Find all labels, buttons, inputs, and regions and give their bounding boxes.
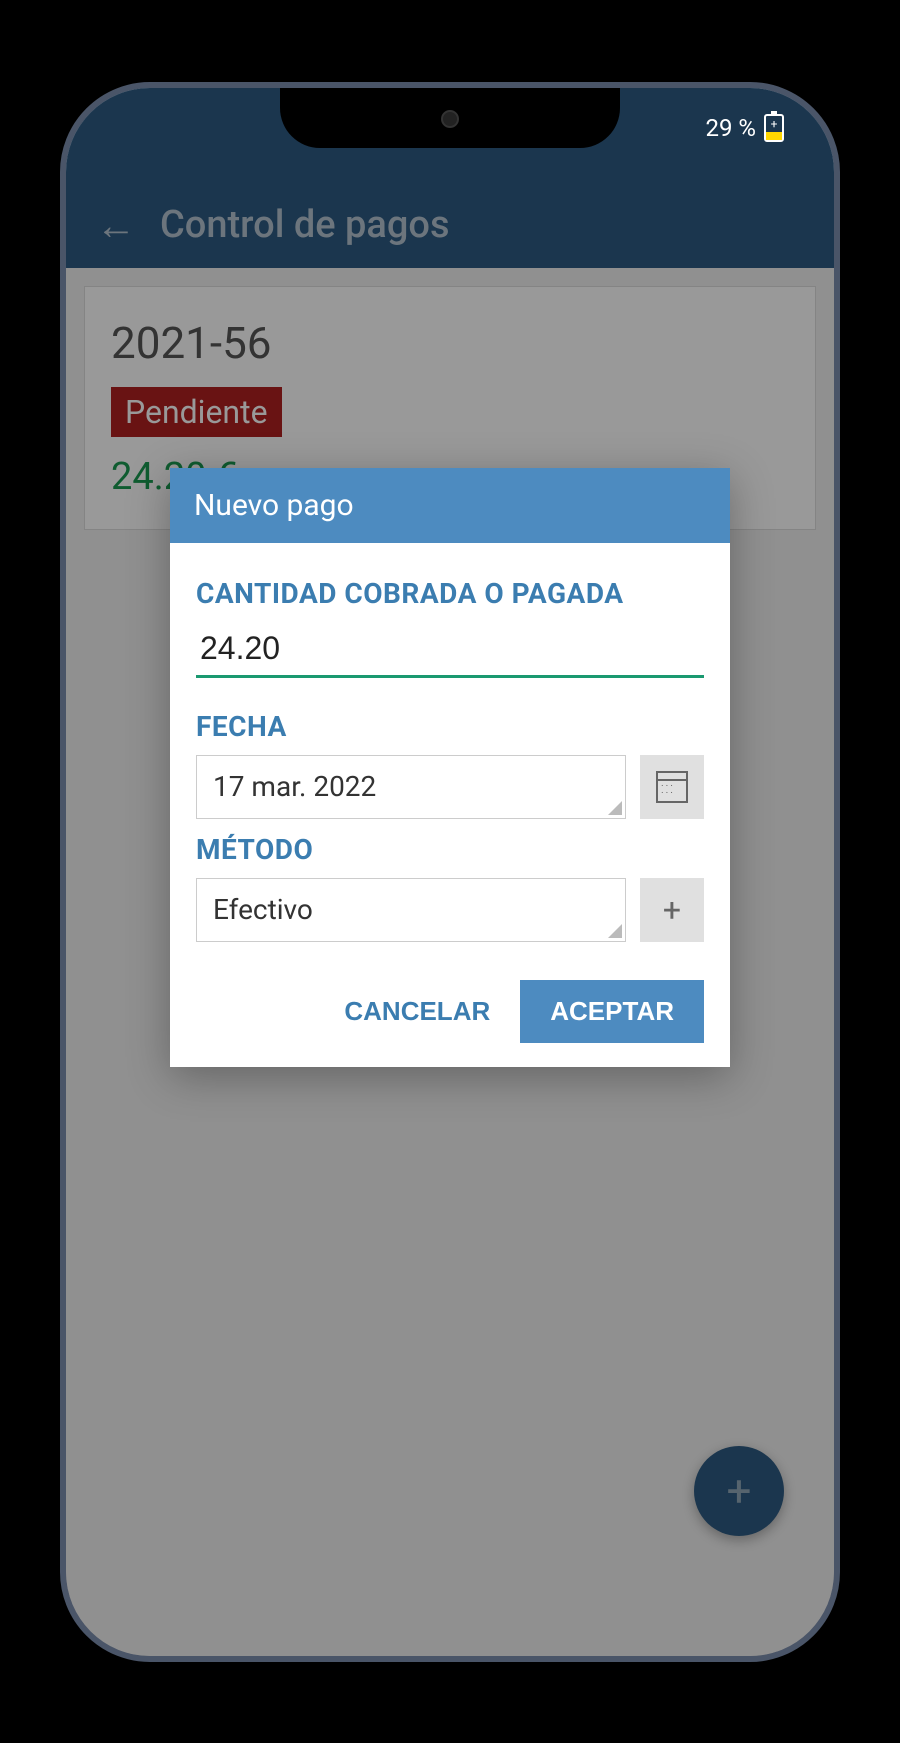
cancel-button[interactable]: CANCELAR (334, 982, 500, 1041)
calendar-icon (656, 771, 688, 803)
phone-notch (280, 88, 620, 148)
status-bar: 29 % + (705, 114, 784, 142)
accept-button[interactable]: ACEPTAR (520, 980, 704, 1043)
dropdown-corner-icon (608, 801, 622, 815)
date-label: FECHA (196, 710, 704, 743)
add-method-button[interactable]: + (640, 878, 704, 942)
calendar-button[interactable] (640, 755, 704, 819)
battery-percent: 29 % (705, 114, 756, 142)
method-label: MÉTODO (196, 833, 704, 866)
date-field[interactable]: 17 mar. 2022 (196, 755, 626, 819)
phone-frame: 29 % + ← Control de pagos 2021-56 Pendie… (60, 82, 840, 1662)
dialog-title: Nuevo pago (170, 468, 730, 543)
battery-icon: + (764, 114, 784, 142)
modal-overlay[interactable]: Nuevo pago CANTIDAD COBRADA O PAGADA FEC… (66, 88, 834, 1656)
method-select[interactable]: Efectivo (196, 878, 626, 942)
amount-input[interactable] (196, 622, 704, 678)
app-screen: 29 % + ← Control de pagos 2021-56 Pendie… (66, 88, 834, 1656)
amount-label: CANTIDAD COBRADA O PAGADA (196, 577, 704, 610)
dropdown-corner-icon (608, 924, 622, 938)
method-value: Efectivo (213, 893, 313, 926)
new-payment-dialog: Nuevo pago CANTIDAD COBRADA O PAGADA FEC… (170, 468, 730, 1067)
date-value: 17 mar. 2022 (213, 770, 376, 803)
plus-icon: + (663, 891, 681, 929)
